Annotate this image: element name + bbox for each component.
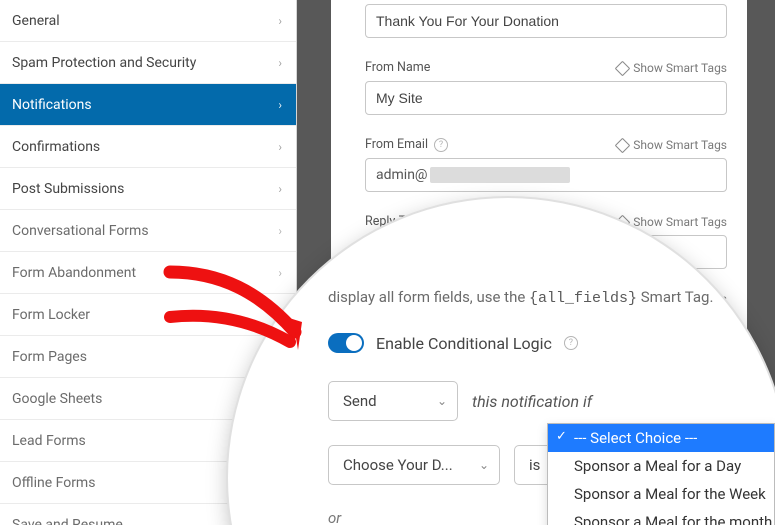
conditional-logic-toggle[interactable] [328,333,364,353]
dropdown-option[interactable]: Sponsor a Meal for a Day [548,452,774,480]
tag-icon [615,140,628,150]
sidebar-item-label: Post Submissions [12,181,124,197]
tag-icon [615,63,628,73]
sidebar-item-label: Notifications [12,97,92,113]
from-email-label: From Email [365,137,428,152]
chevron-right-icon: › [278,98,282,112]
sidebar-item-label: Google Sheets [12,391,102,407]
sidebar-item-spam-protection-and-security[interactable]: Spam Protection and Security › [0,42,296,84]
chevron-down-icon: ⌄ [437,394,447,408]
chevron-down-icon: ⌄ [479,458,489,472]
sidebar-item-label: Form Abandonment [12,265,136,281]
sidebar-item-general[interactable]: General › [0,0,296,42]
redacted-text [430,167,570,183]
show-smart-tags-link[interactable]: Show Smart Tags [615,61,727,75]
chevron-right-icon: › [278,182,282,196]
conditional-logic-label: Enable Conditional Logic [376,334,552,353]
sidebar-item-label: Confirmations [12,139,100,155]
sidebar-item-label: Save and Resume [12,517,123,525]
from-name-input[interactable] [365,81,727,115]
sidebar-item-confirmations[interactable]: Confirmations › [0,126,296,168]
field-select[interactable]: Choose Your D...⌄ [328,445,500,485]
chevron-right-icon: › [278,56,282,70]
from-email-input[interactable]: admin@ [365,158,727,192]
chevron-right-icon: › [278,14,282,28]
dropdown-option[interactable]: Sponsor a Meal for the Week [548,480,774,508]
from-name-label: From Name [365,60,430,75]
dropdown-option[interactable]: --- Select Choice --- [548,424,774,452]
sidebar-item-label: Offline Forms [12,475,95,491]
sidebar-item-notifications[interactable]: Notifications › [0,84,296,126]
show-smart-tags-link[interactable]: Show Smart Tags [615,138,727,152]
help-icon[interactable]: ? [564,336,578,350]
value-select-dropdown[interactable]: --- Select Choice ---Sponsor a Meal for … [547,423,775,525]
sidebar-item-label: Lead Forms [12,433,86,449]
if-text: this notification if [472,392,592,411]
action-select[interactable]: Send⌄ [328,381,458,421]
hint-text: display all form fields, use the {all_fi… [328,288,748,307]
sidebar-item-label: Form Locker [12,307,90,323]
sidebar-item-label: Conversational Forms [12,223,149,239]
sidebar-item-label: General [12,13,60,29]
sidebar-item-label: Spam Protection and Security [12,55,196,71]
sidebar-item-label: Form Pages [12,349,87,365]
chevron-right-icon: › [278,140,282,154]
dropdown-option[interactable]: Sponsor a Meal for the month [548,508,774,525]
help-icon[interactable]: ? [434,138,448,152]
subject-input[interactable] [365,4,727,38]
